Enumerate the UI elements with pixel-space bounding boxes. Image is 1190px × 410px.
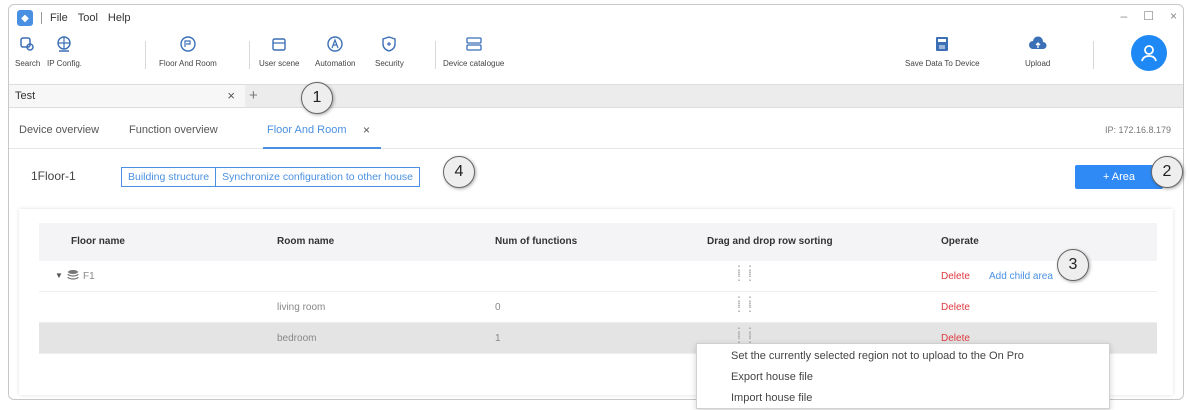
add-project-tab-button[interactable]: + <box>249 85 258 107</box>
user-avatar[interactable] <box>1131 35 1167 71</box>
automation-icon <box>324 33 346 55</box>
upload-button[interactable]: Upload <box>1025 33 1050 68</box>
search-tool-button[interactable]: Search <box>15 33 40 68</box>
num-functions-cell: 0 <box>495 302 501 313</box>
ip-address-label: IP: 172.16.8.179 <box>1104 125 1171 135</box>
shield-icon <box>378 33 400 55</box>
room-name-cell: living room <box>277 302 326 313</box>
col-num-functions: Num of functions <box>495 236 578 247</box>
project-tab-bar: Test × + <box>9 84 1183 108</box>
project-tab-close-icon[interactable]: × <box>227 85 235 107</box>
col-drag-sort: Drag and drop row sorting <box>707 236 833 247</box>
save-data-label: Save Data To Device <box>905 59 980 68</box>
toolbar-separator <box>435 41 436 69</box>
maximize-button[interactable]: ☐ <box>1143 9 1154 23</box>
user-scene-button[interactable]: User scene <box>259 33 299 68</box>
room-name-cell: bedroom <box>277 333 317 344</box>
minimize-button[interactable]: – <box>1121 9 1128 23</box>
table-row[interactable]: ▼ F1 ⋮⋮ ⋮⋮ Delete Add child area <box>39 261 1157 292</box>
title-separator <box>41 12 42 24</box>
floor-and-room-label: Floor And Room <box>159 59 217 68</box>
drag-handle-icon[interactable]: ⋮⋮ ⋮⋮ <box>733 326 756 344</box>
floor-title: 1Floor-1 <box>31 169 76 183</box>
floor-and-room-button[interactable]: Floor And Room <box>159 33 217 68</box>
security-button[interactable]: Security <box>375 33 404 68</box>
tab-function-overview[interactable]: Function overview <box>129 124 218 136</box>
toolbar-separator <box>145 41 146 69</box>
globe-icon <box>53 33 75 55</box>
search-tool-label: Search <box>15 59 41 68</box>
ip-config-label: IP Config. <box>47 59 82 68</box>
sync-config-button[interactable]: Synchronize configuration to other house <box>215 168 419 186</box>
device-catalogue-label: Device catalogue <box>443 59 505 68</box>
floor-header: 1Floor-1 Building structure Synchronize … <box>9 149 1183 199</box>
ip-config-button[interactable]: IP Config. <box>47 33 82 68</box>
drag-handle-icon[interactable]: ⋮⋮ ⋮⋮ <box>733 264 756 282</box>
menu-tool[interactable]: Tool <box>78 12 98 24</box>
callout-1: 1 <box>301 82 333 114</box>
upload-label: Upload <box>1025 59 1051 68</box>
table-header: Floor name Room name Num of functions Dr… <box>39 223 1157 261</box>
drag-handle-icon[interactable]: ⋮⋮ ⋮⋮ <box>733 295 756 313</box>
title-bar: ◆ File Tool Help – ☐ × <box>9 5 1183 31</box>
context-item-export[interactable]: Export house file <box>731 371 813 383</box>
project-tab[interactable]: Test × <box>9 85 245 107</box>
floor-stack-icon <box>67 269 79 284</box>
context-menu: Set the currently selected region not to… <box>696 343 1110 409</box>
toolbar-separator <box>1093 41 1094 69</box>
expand-caret-icon[interactable]: ▼ <box>55 271 63 280</box>
automation-button[interactable]: Automation <box>315 33 355 68</box>
num-functions-cell: 1 <box>495 333 501 344</box>
user-icon <box>1141 45 1157 62</box>
context-item-import[interactable]: Import house file <box>731 392 812 404</box>
page-tabs: Device overview Function overview Floor … <box>9 109 1183 149</box>
automation-label: Automation <box>315 59 356 68</box>
close-window-button[interactable]: × <box>1170 9 1177 23</box>
tab-device-overview[interactable]: Device overview <box>19 124 99 136</box>
cloud-upload-icon <box>1027 33 1049 55</box>
floor-action-group: Building structure Synchronize configura… <box>121 167 420 187</box>
menu-help[interactable]: Help <box>108 12 131 24</box>
callout-2: 2 <box>1151 156 1183 188</box>
search-icon <box>17 33 39 55</box>
col-room-name: Room name <box>277 236 335 247</box>
menu-file[interactable]: File <box>50 12 68 24</box>
floor-row-name: F1 <box>83 271 95 282</box>
security-label: Security <box>375 59 404 68</box>
callout-3: 3 <box>1057 249 1089 281</box>
delete-room-button[interactable]: Delete <box>941 302 970 313</box>
app-logo-icon: ◆ <box>17 10 33 26</box>
app-window: ◆ File Tool Help – ☐ × Search IP Config. <box>8 4 1184 400</box>
add-area-button[interactable]: + Area <box>1075 165 1163 189</box>
save-data-button[interactable]: Save Data To Device <box>905 33 980 68</box>
floor-plan-icon <box>177 33 199 55</box>
context-item-no-upload[interactable]: Set the currently selected region not to… <box>731 350 1024 362</box>
user-scene-label: User scene <box>259 59 300 68</box>
project-tab-label: Test <box>15 90 36 102</box>
save-to-device-icon <box>931 33 953 55</box>
building-structure-button[interactable]: Building structure <box>122 168 215 186</box>
catalogue-icon <box>463 33 485 55</box>
col-operate: Operate <box>941 236 979 247</box>
tab-close-icon[interactable]: × <box>363 123 370 137</box>
table-row[interactable]: living room 0 ⋮⋮ ⋮⋮ Delete <box>39 292 1157 323</box>
scene-icon <box>268 33 290 55</box>
callout-4: 4 <box>443 156 475 188</box>
add-child-area-button[interactable]: Add child area <box>989 271 1053 282</box>
device-catalogue-button[interactable]: Device catalogue <box>443 33 504 68</box>
toolbar: Search IP Config. Floor And Room User sc… <box>9 31 1183 81</box>
toolbar-separator <box>249 41 250 69</box>
tab-floor-and-room[interactable]: Floor And Room <box>267 124 346 136</box>
col-floor-name: Floor name <box>71 236 125 247</box>
delete-floor-button[interactable]: Delete <box>941 271 970 282</box>
